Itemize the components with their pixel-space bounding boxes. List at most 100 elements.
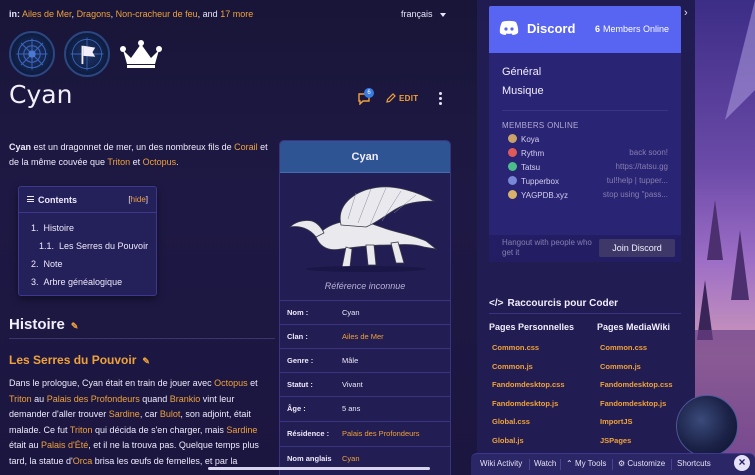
member-status: back soon! — [629, 148, 668, 157]
toc-item-histoire[interactable]: 1. Histoire — [31, 223, 74, 233]
link-octopus[interactable]: Octopus — [214, 378, 248, 388]
intro-text: est un dragonnet de mer, un des nombreux… — [31, 142, 235, 152]
discord-member[interactable]: Tatsu https://tatsu.gg — [508, 162, 668, 172]
subsection-heading-label: Les Serres du Pouvoir — [9, 353, 137, 367]
toc-hide-toggle[interactable]: [hide] — [128, 195, 148, 204]
toc-label[interactable]: Les Serres du Pouvoir — [59, 241, 148, 251]
divider — [489, 313, 681, 314]
personal-global-css-link[interactable]: Global.css — [492, 417, 530, 426]
infobox-value-link[interactable]: Cyan — [342, 454, 360, 463]
toc-label[interactable]: Histoire — [44, 223, 75, 233]
flag-badge-icon[interactable] — [64, 31, 110, 77]
list-icon — [27, 196, 34, 202]
kebab-icon[interactable] — [439, 92, 443, 106]
link-bulot[interactable]: Bulot — [160, 409, 181, 419]
infobox-value-link[interactable]: Ailes de Mer — [342, 332, 384, 341]
pencil-icon[interactable]: ✎ — [71, 321, 79, 331]
customize-label: Customize — [627, 459, 666, 468]
toc-item-note[interactable]: 2. Note — [31, 259, 63, 269]
discord-channel-musique[interactable]: Musique — [502, 85, 544, 97]
link-sardine[interactable]: Sardine — [226, 425, 257, 435]
wiki-activity-button[interactable]: Wiki Activity — [480, 459, 522, 468]
category-link-non-cracheur[interactable]: Non-cracheur de feu — [116, 9, 198, 19]
toc-number: 3. — [31, 277, 39, 287]
divider — [671, 459, 672, 470]
toc-item-arbre[interactable]: 3. Arbre généalogique — [31, 277, 122, 287]
mediawiki-jspages-link[interactable]: JSPages — [600, 436, 631, 445]
category-bar: in: Ailes de Mer, Dragons, Non-cracheur … — [9, 9, 253, 19]
join-discord-button[interactable]: Join Discord — [599, 239, 675, 257]
link-sardine[interactable]: Sardine — [109, 409, 140, 419]
pencil-icon[interactable]: ✎ — [142, 356, 150, 366]
discord-footer: Hangout with people who get it Join Disc… — [489, 235, 681, 262]
toc-number: 1. — [31, 223, 39, 233]
member-name: Koya — [521, 135, 540, 144]
category-link-dragons[interactable]: Dragons — [77, 9, 111, 19]
edit-button[interactable]: EDIT — [386, 93, 418, 103]
discord-member[interactable]: Rythm back soon! — [508, 148, 668, 158]
mediawiki-common-js-link[interactable]: Common.js — [600, 362, 641, 371]
link-octopus[interactable]: Octopus — [143, 157, 177, 167]
link-triton[interactable]: Triton — [70, 425, 93, 435]
toc-label[interactable]: Arbre généalogique — [44, 277, 123, 287]
comment-count-badge: 6 — [364, 88, 374, 98]
subsection-heading-serres: Les Serres du Pouvoir ✎ — [9, 353, 150, 367]
personal-fandomdesktop-css-link[interactable]: Fandomdesktop.css — [492, 380, 565, 389]
personal-fandomdesktop-js-link[interactable]: Fandomdesktop.js — [492, 399, 558, 408]
customize-button[interactable]: ⚙ Customize — [618, 459, 665, 468]
section-heading-label: Histoire — [9, 316, 65, 333]
member-status: stop using "pass... — [602, 190, 668, 199]
infobox-key: Nom anglais — [287, 454, 332, 463]
category-more-link[interactable]: 17 more — [220, 9, 253, 19]
link-triton[interactable]: Triton — [9, 394, 32, 404]
infobox-row-nom: Nom : Cyan — [280, 300, 450, 324]
horizontal-scrollbar[interactable] — [208, 467, 430, 470]
infobox-value: Vivant — [342, 380, 363, 389]
watch-button[interactable]: Watch — [534, 459, 556, 468]
infobox-caption: Référence inconnue — [324, 281, 406, 291]
character-infobox: Cyan Référence inconnue Nom : Cyan Clan :… — [279, 140, 451, 475]
language-selector[interactable]: français — [401, 9, 446, 19]
link-palais-profondeurs[interactable]: Palais des Profondeurs — [47, 394, 140, 404]
infobox-key: Âge : — [287, 404, 306, 413]
crown-icon[interactable] — [120, 38, 162, 70]
avatar — [508, 176, 517, 185]
floating-assistant-orb[interactable] — [676, 395, 738, 457]
discord-member[interactable]: YAGPDB.xyz stop using "pass... — [508, 190, 668, 200]
intro-paragraph: Cyan est un dragonnet de mer, un des nom… — [9, 140, 274, 170]
infobox-value: 5 ans — [342, 404, 361, 413]
discord-member[interactable]: Tupperbox tul!help | tupper... — [508, 176, 668, 186]
mediawiki-fandomdesktop-css-link[interactable]: Fandomdesktop.css — [600, 380, 673, 389]
story-paragraph: Dans le prologue, Cyan était en train de… — [9, 376, 276, 469]
personal-common-js-link[interactable]: Common.js — [492, 362, 533, 371]
personal-common-css-link[interactable]: Common.css — [492, 343, 539, 352]
close-icon[interactable]: × — [734, 455, 750, 471]
discord-channel-general[interactable]: Général — [502, 66, 541, 78]
link-corail[interactable]: Corail — [234, 142, 258, 152]
avatar — [508, 148, 517, 157]
toc-hide-label[interactable]: hide — [131, 195, 146, 204]
dragon-image[interactable] — [286, 179, 446, 274]
my-tools-button[interactable]: ⌃ My Tools — [566, 459, 606, 468]
mediawiki-fandomdesktop-js-link[interactable]: Fandomdesktop.js — [600, 399, 666, 408]
mediawiki-common-css-link[interactable]: Common.css — [600, 343, 647, 352]
link-orca[interactable]: Orca — [73, 456, 93, 466]
mediawiki-importjs-link[interactable]: ImportJS — [600, 417, 633, 426]
infobox-value-link[interactable]: Palais des Profondeurs — [342, 429, 420, 438]
shortcuts-button[interactable]: Shortcuts — [677, 459, 711, 468]
discord-member[interactable]: Koya — [508, 134, 668, 144]
story-text: quand — [139, 393, 170, 404]
blue-badge-icon[interactable] — [9, 31, 55, 77]
link-brankio[interactable]: Brankio — [170, 394, 201, 404]
personal-global-js-link[interactable]: Global.js — [492, 436, 524, 445]
link-triton[interactable]: Triton — [107, 157, 130, 167]
toc-title: Contents — [27, 195, 77, 205]
toc-label[interactable]: Note — [44, 259, 63, 269]
category-link-ailes-de-mer[interactable]: Ailes de Mer — [22, 9, 72, 19]
infobox-value: Cyan — [342, 308, 360, 317]
chevron-right-icon[interactable]: › — [684, 7, 688, 19]
my-tools-label: My Tools — [574, 459, 607, 468]
toc-item-serres[interactable]: 1.1. Les Serres du Pouvoir — [39, 241, 148, 251]
infobox-key: Clan : — [287, 332, 308, 341]
link-palais-ete[interactable]: Palais d'Été — [41, 440, 88, 450]
